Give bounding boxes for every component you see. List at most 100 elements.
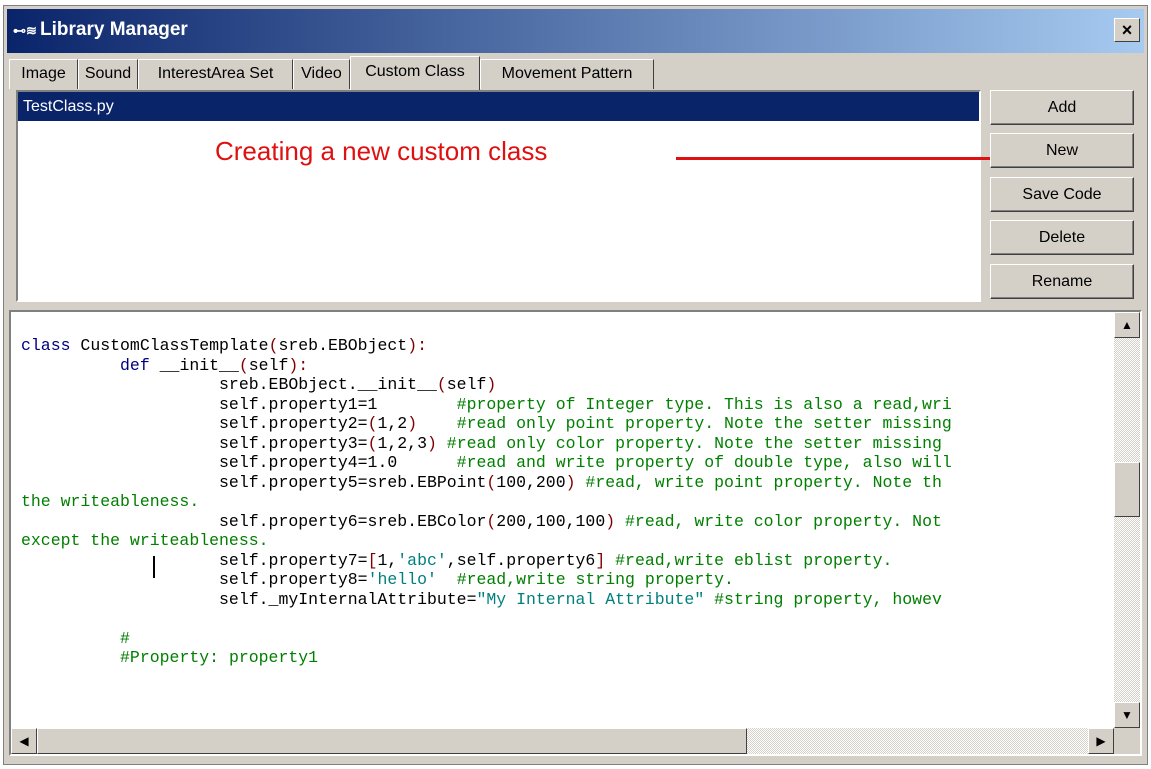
scroll-down-icon[interactable]: ▼ <box>1114 702 1140 728</box>
annotation-pointer-line <box>676 157 1036 160</box>
tab-movement-pattern[interactable]: Movement Pattern <box>480 59 654 89</box>
save-code-button[interactable]: Save Code <box>990 177 1134 212</box>
tab-custom-class[interactable]: Custom Class <box>350 56 480 90</box>
code-token: ( <box>436 375 447 394</box>
code-token: #read,write eblist property. <box>615 550 893 570</box>
horizontal-scrollbar[interactable]: ◀ ▶ <box>11 728 1114 754</box>
tab-video[interactable]: Video <box>293 59 350 89</box>
code-editor[interactable]: class CustomClassTemplate(sreb.EBObject)… <box>9 310 1142 756</box>
code-token: ): <box>407 336 428 355</box>
code-token: [ <box>367 550 378 570</box>
code-line: #Property: property1 <box>21 648 952 668</box>
code-token: ) <box>486 375 497 394</box>
code-token: #property of Integer type. This is also … <box>456 394 952 414</box>
code-token: self.property5=sreb.EBPoint <box>21 472 487 492</box>
code-token: CustomClassTemplate <box>70 336 269 355</box>
code-token: ) <box>407 414 418 433</box>
scroll-left-icon[interactable]: ◀ <box>11 728 37 754</box>
app-icon: ⊷≋ <box>13 23 37 38</box>
library-manager-window: ⊷≋ Library Manager × Image Sound Interes… <box>3 5 1148 765</box>
code-token: 'hello' <box>367 570 437 589</box>
code-line: class CustomClassTemplate(sreb.EBObject)… <box>21 336 952 356</box>
code-token: #read only point property. Note the sett… <box>456 414 952 433</box>
code-token: self.property7= <box>21 550 368 570</box>
tab-image[interactable]: Image <box>9 59 78 89</box>
code-token: #read and write property of double type,… <box>456 453 952 472</box>
text-caret <box>153 556 155 578</box>
code-line: # <box>21 629 952 649</box>
list-item-selected[interactable]: TestClass.py <box>18 92 979 121</box>
code-line: self.property8='hello' #read,write strin… <box>21 570 952 590</box>
title-bar[interactable]: ⊷≋ Library Manager × <box>7 9 1144 53</box>
code-token: #read only color property. Note the sett… <box>446 433 942 453</box>
code-line: self.property4=1.0 #read and write prope… <box>21 453 952 473</box>
code-line: self.property6=sreb.EBColor(200,100,100)… <box>21 512 952 532</box>
code-line: the writeableness. <box>21 492 952 512</box>
vertical-scrollbar[interactable]: ▲ ▼ <box>1114 312 1140 728</box>
class-file-list[interactable]: TestClass.py Creating a new custom class <box>16 90 1036 302</box>
code-token: self <box>248 355 289 375</box>
code-token: ( <box>238 355 249 375</box>
code-token: ( <box>367 433 378 453</box>
scroll-up-icon[interactable]: ▲ <box>1114 312 1140 338</box>
delete-button[interactable]: Delete <box>990 220 1134 255</box>
scroll-right-icon[interactable]: ▶ <box>1088 728 1114 754</box>
code-token: self.property2= <box>21 414 368 433</box>
new-button[interactable]: New <box>990 133 1134 168</box>
code-token: "My Internal Attribute" <box>476 589 705 609</box>
rename-button[interactable]: Rename <box>990 264 1134 299</box>
code-token: self.property1=1 <box>21 394 457 414</box>
code-line: self.property7=[1,'abc',self.property6] … <box>21 551 952 571</box>
code-token: 1,2,3 <box>377 433 427 453</box>
horizontal-scroll-thumb[interactable] <box>37 728 747 754</box>
code-token: except the writeableness. <box>21 531 269 550</box>
code-line: self.property3=(1,2,3) #read only color … <box>21 434 952 454</box>
code-token: ] <box>595 550 606 570</box>
code-line: sreb.EBObject.__init__(self) <box>21 375 952 395</box>
code-token: ) <box>565 472 576 492</box>
code-line: def __init__(self): <box>21 356 952 376</box>
close-button[interactable]: × <box>1114 18 1140 42</box>
code-token: def <box>120 355 150 375</box>
code-line: self.property1=1 #property of Integer ty… <box>21 395 952 415</box>
code-token: ) <box>426 433 437 453</box>
code-token: self.property6=sreb.EBColor <box>21 511 487 531</box>
code-token: self <box>446 375 487 394</box>
code-line: self.property2=(1,2) #read only point pr… <box>21 414 952 434</box>
code-token: 1, <box>377 550 398 570</box>
code-token: self.property3= <box>21 433 368 453</box>
code-line: self.property5=sreb.EBPoint(100,200) #re… <box>21 473 952 493</box>
tab-interestarea-set[interactable]: InterestArea Set <box>138 59 293 89</box>
annotation-label: Creating a new custom class <box>215 136 548 166</box>
add-button[interactable]: Add <box>990 90 1134 125</box>
code-token: ,self.property6 <box>446 550 596 570</box>
code-token: the writeableness. <box>21 492 200 511</box>
code-token: 1,2 <box>377 414 408 433</box>
code-text[interactable]: class CustomClassTemplate(sreb.EBObject)… <box>21 336 952 668</box>
code-token: ( <box>367 414 378 433</box>
scroll-corner <box>1114 728 1140 754</box>
code-token: self.property8= <box>21 570 368 589</box>
code-token: sreb.EBObject <box>278 336 408 355</box>
code-token: ( <box>268 336 279 355</box>
code-token: #Property: property1 <box>120 648 319 667</box>
code-token: #string property, howev <box>714 589 942 609</box>
code-token: 200,100,100 <box>496 511 606 531</box>
tab-sound[interactable]: Sound <box>78 59 138 89</box>
code-token: ( <box>486 511 497 531</box>
code-token: ): <box>288 355 309 375</box>
vertical-scroll-thumb[interactable] <box>1114 462 1140 517</box>
code-token: self.property4=1.0 <box>21 453 457 472</box>
window-title: Library Manager <box>40 19 188 40</box>
code-token: #read,write string property. <box>456 570 734 589</box>
code-line: except the writeableness. <box>21 531 952 551</box>
